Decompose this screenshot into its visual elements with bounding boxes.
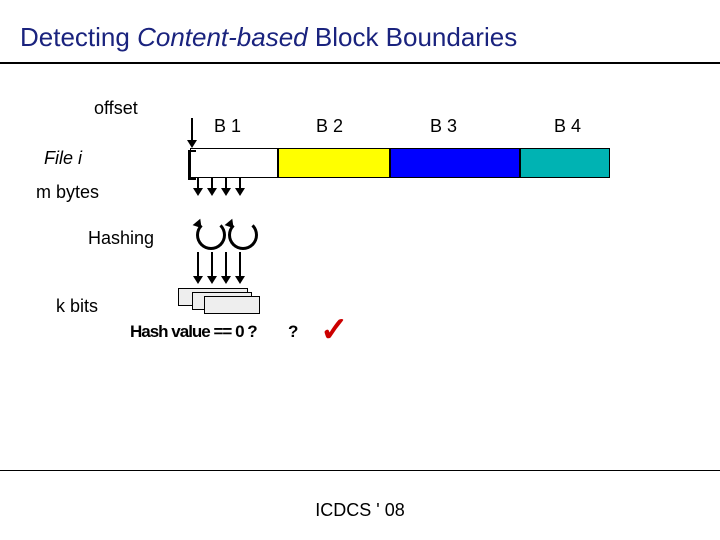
- hashing-label: Hashing: [88, 228, 154, 249]
- block-label-4: B 4: [554, 116, 581, 137]
- block-b3: [390, 148, 520, 178]
- block-label-3: B 3: [430, 116, 457, 137]
- check-icon: ✓: [320, 310, 349, 350]
- file-label: File i: [44, 148, 82, 169]
- kbits-label: k bits: [56, 296, 98, 317]
- slide-title: Detecting Content-based Block Boundaries: [20, 22, 517, 53]
- footer-divider: [0, 470, 720, 471]
- hash-spinner-2: [228, 220, 258, 250]
- block-b2: [278, 148, 390, 178]
- title-post: Block Boundaries: [308, 22, 518, 52]
- footer-text: ICDCS ' 08: [0, 500, 720, 521]
- offset-label: offset: [94, 98, 138, 119]
- block-b1: [190, 148, 278, 178]
- block-label-1: B 1: [214, 116, 241, 137]
- title-italic: Content-based: [137, 22, 308, 52]
- block-label-2: B 2: [316, 116, 343, 137]
- mbytes-bracket: [188, 150, 196, 180]
- hash-box-3: [204, 296, 260, 314]
- title-divider: [0, 62, 720, 64]
- hash-spinner-1: [196, 220, 226, 250]
- title-pre: Detecting: [20, 22, 137, 52]
- block-b4: [520, 148, 610, 178]
- mbytes-label: m bytes: [36, 182, 99, 203]
- hash-query-text: Hash value == 0 ?: [130, 322, 257, 342]
